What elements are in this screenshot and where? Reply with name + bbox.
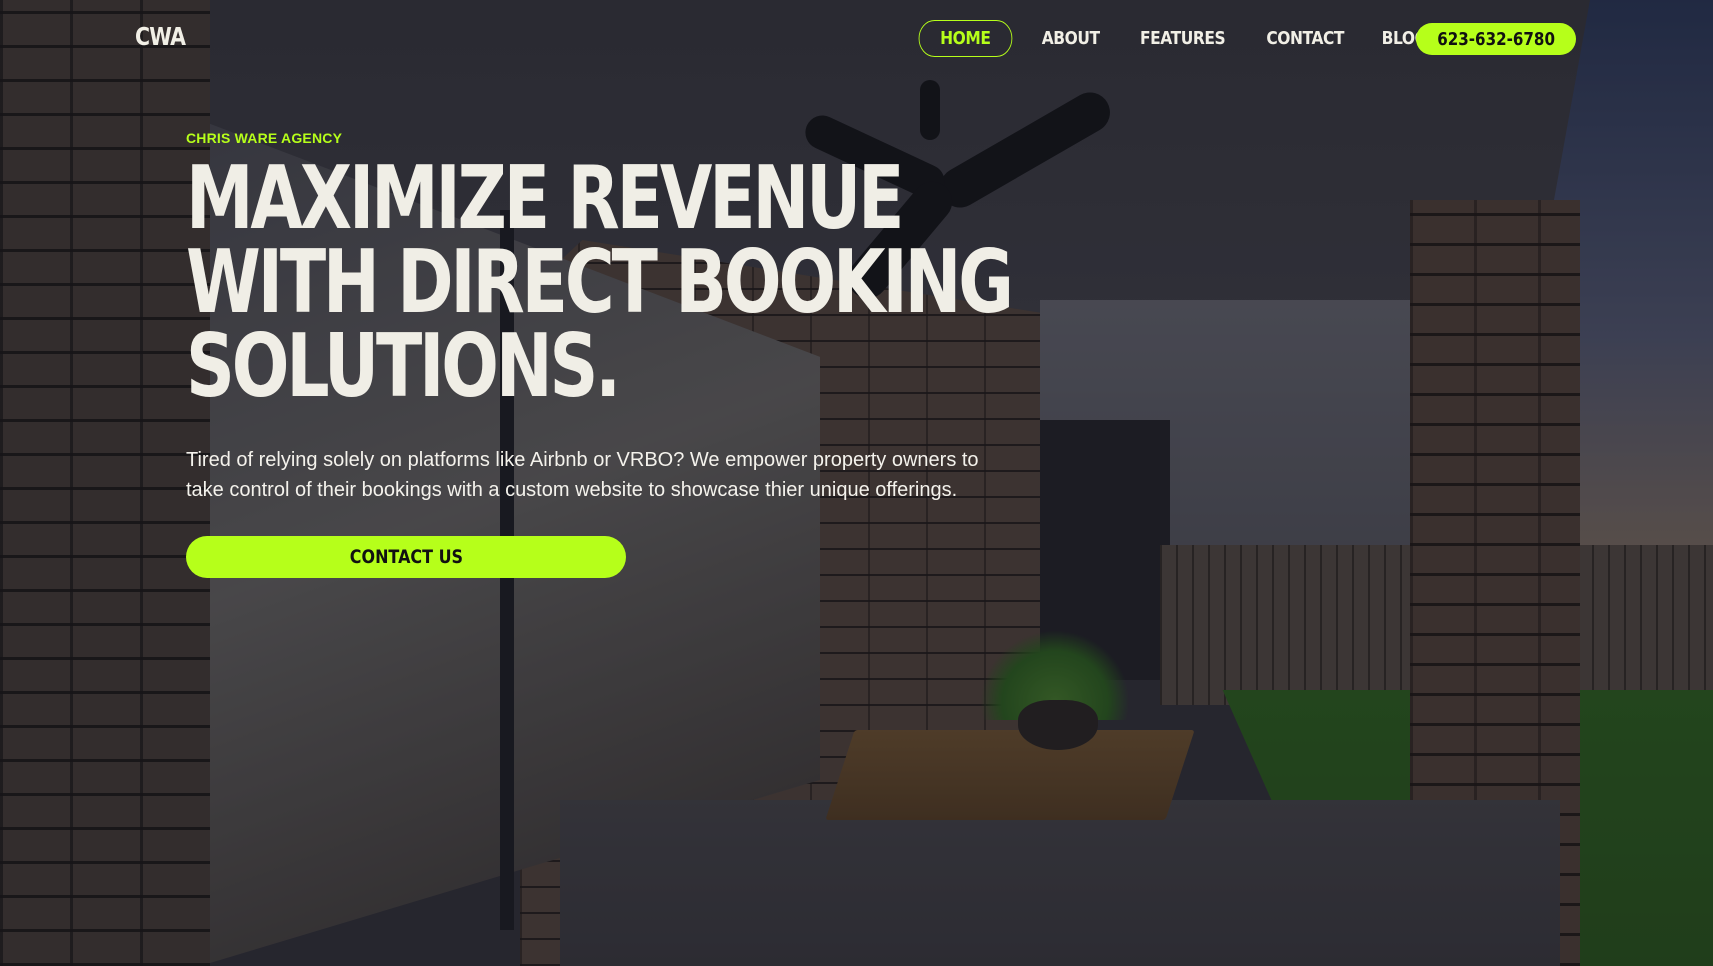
nav-item-features[interactable]: FEATURES bbox=[1128, 20, 1237, 57]
hero-headline: MAXIMIZE REVENUE WITH DIRECT BOOKING SOL… bbox=[186, 147, 1014, 417]
hero-eyebrow: CHRIS WARE AGENCY bbox=[186, 130, 343, 146]
nav-links: HOME ABOUT FEATURES CONTACT BLOG bbox=[911, 20, 1445, 57]
contact-us-label: CONTACT US bbox=[349, 546, 463, 568]
phone-button[interactable]: 623-632-6780 bbox=[1416, 23, 1576, 55]
top-navigation: CWA HOME ABOUT FEATURES CONTACT BLOG 623… bbox=[0, 0, 1713, 78]
brand-logo[interactable]: CWA bbox=[135, 22, 186, 51]
phone-number: 623-632-6780 bbox=[1437, 28, 1555, 50]
nav-item-home[interactable]: HOME bbox=[918, 20, 1012, 57]
nav-item-about[interactable]: ABOUT bbox=[1030, 20, 1112, 57]
contact-us-button[interactable]: CONTACT US bbox=[186, 536, 626, 578]
nav-item-contact[interactable]: CONTACT bbox=[1254, 20, 1356, 57]
hero-section: CHRIS WARE AGENCY MAXIMIZE REVENUE WITH … bbox=[186, 130, 1014, 578]
hero-subtext: Tired of relying solely on platforms lik… bbox=[186, 449, 979, 501]
